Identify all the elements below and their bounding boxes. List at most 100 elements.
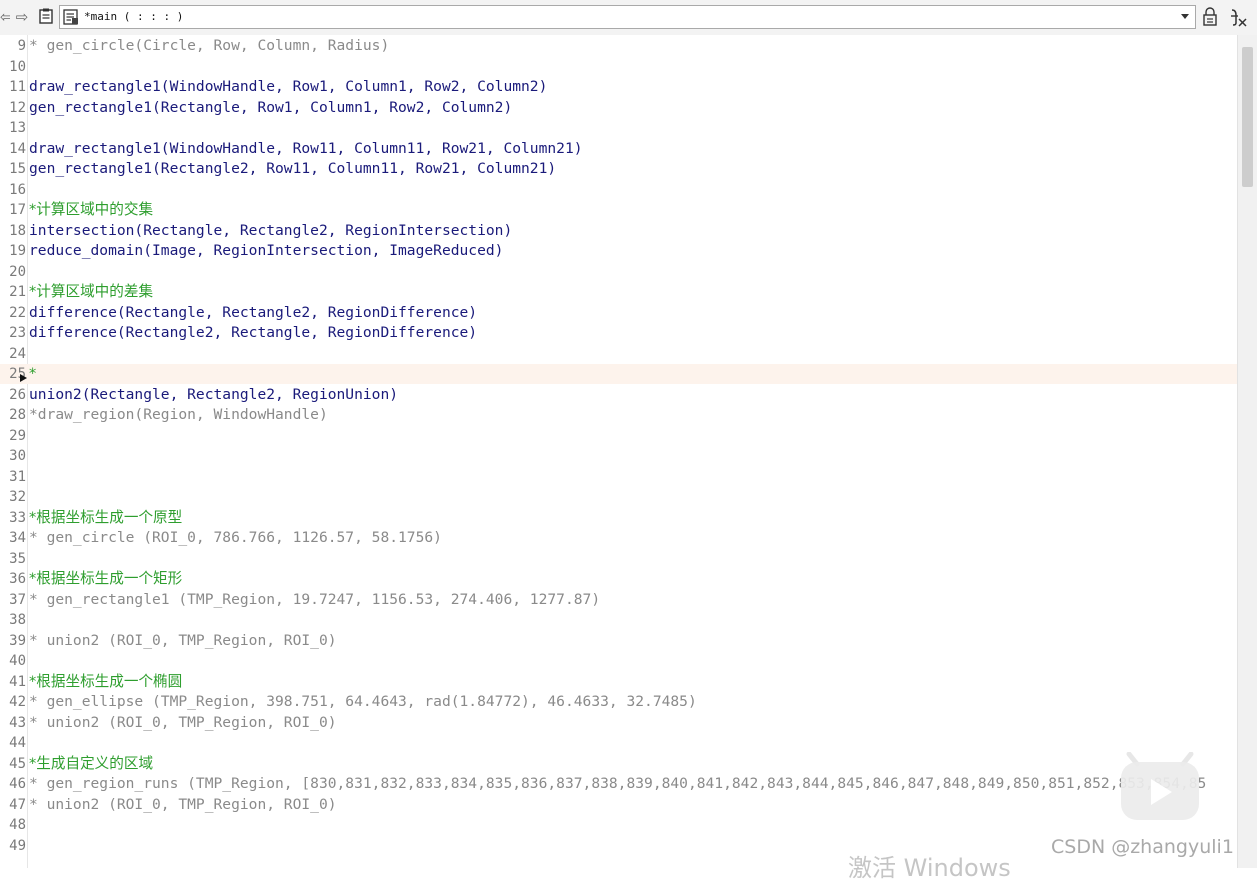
code-text: *draw_region(Region, WindowHandle) — [29, 406, 328, 423]
code-line[interactable]: 29 — [0, 426, 1237, 446]
code-line[interactable]: 22 difference(Rectangle, Rectangle2, Regi… — [0, 303, 1237, 323]
code-line[interactable]: 33 *根据坐标生成一个原型 — [0, 508, 1237, 528]
scrollbar-thumb[interactable] — [1242, 47, 1253, 187]
code-line[interactable]: 21 *计算区域中的差集 — [0, 282, 1237, 302]
code-line[interactable]: 26 union2(Rectangle, Rectangle2, RegionUn… — [0, 385, 1237, 405]
code-line[interactable]: 25 * — [0, 364, 1237, 384]
code-line[interactable]: 15 gen_rectangle1(Rectangle2, Row11, Colu… — [0, 159, 1237, 179]
line-number: 43 — [9, 714, 26, 731]
line-number: 32 — [9, 489, 26, 505]
code-text: * gen_rectangle1 (TMP_Region, 19.7247, 1… — [29, 590, 601, 608]
line-number: 26 — [9, 386, 26, 403]
code-line[interactable]: 45 *生成自定义的区域 — [0, 754, 1237, 774]
line-number: 40 — [9, 653, 26, 669]
line-number: 30 — [9, 448, 26, 464]
code-line[interactable]: 39 * union2 (ROI_0, TMP_Region, ROI_0) — [0, 631, 1237, 651]
code-text: * gen_ellipse (TMP_Region, 398.751, 64.4… — [29, 693, 697, 710]
code-line[interactable]: 31 — [0, 467, 1237, 487]
code-line[interactable]: 13 — [0, 118, 1237, 138]
code-line[interactable]: 12 gen_rectangle1(Rectangle, Row1, Column… — [0, 98, 1237, 118]
code-line[interactable]: 35 — [0, 549, 1237, 569]
video-play-logo-icon — [1121, 752, 1199, 820]
code-line[interactable]: 16 — [0, 180, 1237, 200]
code-line[interactable]: 17 *计算区域中的交集 — [0, 200, 1237, 220]
line-number: 37 — [9, 591, 26, 608]
line-number: 12 — [9, 99, 26, 116]
line-number: 9 — [17, 38, 26, 54]
chevron-down-icon[interactable] — [1181, 14, 1189, 19]
line-number: 29 — [9, 427, 26, 444]
line-number: 16 — [9, 181, 26, 198]
code-line[interactable]: 28 *draw_region(Region, WindowHandle) — [0, 405, 1237, 425]
code-line[interactable]: 30 — [0, 446, 1237, 466]
line-number: 15 — [9, 161, 26, 177]
line-number: 42 — [9, 694, 26, 710]
code-line[interactable]: 44 — [0, 733, 1237, 753]
code-editor[interactable]: 9 * gen_circle(Circle, Row, Column, Radiu… — [0, 35, 1237, 868]
code-text: * union2 (ROI_0, TMP_Region, ROI_0) — [29, 795, 337, 813]
line-number: 18 — [9, 222, 26, 239]
clear-variable-icon-svg — [1231, 9, 1247, 27]
code-line[interactable]: 48 — [0, 815, 1237, 835]
csdn-watermark: CSDN @zhangyuli1 — [1051, 836, 1234, 858]
code-line[interactable]: 42 * gen_ellipse (TMP_Region, 398.751, 64… — [0, 692, 1237, 712]
lock-icon[interactable] — [1200, 7, 1220, 27]
code-text: * union2 (ROI_0, TMP_Region, ROI_0) — [29, 631, 337, 649]
line-number: 48 — [9, 817, 26, 833]
line-number: 31 — [9, 468, 26, 485]
clear-variable-icon[interactable] — [1228, 7, 1248, 27]
code-line[interactable]: 40 — [0, 651, 1237, 671]
code-line[interactable]: 18 intersection(Rectangle, Rectangle2, Re… — [0, 221, 1237, 241]
vertical-scrollbar[interactable] — [1237, 35, 1257, 868]
editor-toolbar: ⇦ ⇨ *main ( : : : ) — [0, 0, 1257, 36]
code-text: *计算区域中的差集 — [29, 283, 154, 300]
code-line[interactable]: 41 *根据坐标生成一个椭圆 — [0, 672, 1237, 692]
line-number: 45 — [9, 755, 26, 772]
code-text: draw_rectangle1(WindowHandle, Row11, Col… — [29, 139, 583, 157]
back-arrow-icon[interactable]: ⇦ — [0, 7, 10, 27]
code-text: intersection(Rectangle, Rectangle2, Regi… — [29, 221, 513, 239]
code-line[interactable]: 9 * gen_circle(Circle, Row, Column, Radiu… — [0, 36, 1237, 56]
code-line[interactable]: 24 — [0, 344, 1237, 364]
line-number: 11 — [9, 79, 26, 95]
line-number: 24 — [9, 345, 26, 362]
line-number: 44 — [9, 735, 26, 751]
code-line[interactable]: 46 * gen_region_runs (TMP_Region, [830,83… — [0, 774, 1237, 794]
line-number: 17 — [9, 202, 26, 218]
line-number: 13 — [9, 120, 26, 136]
code-text: *生成自定义的区域 — [29, 754, 154, 772]
line-number: 36 — [9, 571, 26, 587]
code-line[interactable]: 19 reduce_domain(Image, RegionIntersectio… — [0, 241, 1237, 261]
code-text: reduce_domain(Image, RegionIntersection,… — [29, 242, 504, 259]
code-line[interactable]: 36 *根据坐标生成一个矩形 — [0, 569, 1237, 589]
code-line[interactable]: 10 — [0, 57, 1237, 77]
line-number: 46 — [9, 776, 26, 792]
code-text: draw_rectangle1(WindowHandle, Row1, Colu… — [29, 78, 548, 95]
procedure-select[interactable]: *main ( : : : ) — [59, 5, 1196, 29]
code-line[interactable]: 47 * union2 (ROI_0, TMP_Region, ROI_0) — [0, 795, 1237, 815]
forward-arrow-icon[interactable]: ⇨ — [13, 7, 31, 27]
code-text: * — [29, 365, 37, 382]
line-number: 49 — [9, 837, 26, 854]
line-number: 38 — [9, 612, 26, 628]
code-line[interactable]: 23 difference(Rectangle2, Rectangle, Regi… — [0, 323, 1237, 343]
line-number: 20 — [9, 263, 26, 280]
code-text: *计算区域中的交集 — [29, 201, 154, 218]
clipboard-icon[interactable] — [37, 7, 55, 27]
clipboard-icon-svg — [39, 8, 53, 24]
code-line[interactable]: 11 draw_rectangle1(WindowHandle, Row1, Co… — [0, 77, 1237, 97]
code-line[interactable]: 34 * gen_circle (ROI_0, 786.766, 1126.57,… — [0, 528, 1237, 548]
code-line[interactable]: 20 — [0, 262, 1237, 282]
line-number: 34 — [9, 530, 26, 546]
code-text: gen_rectangle1(Rectangle2, Row11, Column… — [29, 160, 557, 177]
code-line[interactable]: 37 * gen_rectangle1 (TMP_Region, 19.7247,… — [0, 590, 1237, 610]
line-number: 10 — [9, 58, 26, 75]
code-text: *根据坐标生成一个矩形 — [29, 570, 183, 587]
code-line[interactable]: 32 — [0, 487, 1237, 507]
code-line[interactable]: 43 * union2 (ROI_0, TMP_Region, ROI_0) — [0, 713, 1237, 733]
line-number: 35 — [9, 550, 26, 567]
windows-activation-watermark: 激活 Windows — [848, 854, 1011, 882]
code-line[interactable]: 38 — [0, 610, 1237, 630]
code-line[interactable]: 14 draw_rectangle1(WindowHandle, Row11, C… — [0, 139, 1237, 159]
code-text: difference(Rectangle2, Rectangle, Region… — [29, 324, 478, 341]
